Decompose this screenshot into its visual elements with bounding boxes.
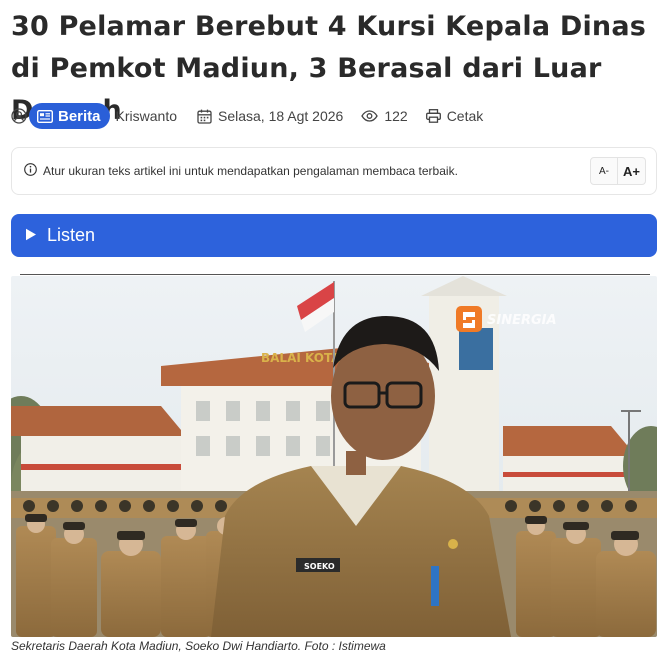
text-size-controls: A- A+	[590, 157, 646, 185]
user-icon	[11, 108, 27, 124]
info-icon	[24, 163, 37, 179]
watermark-text: SINERGIA	[487, 313, 557, 328]
view-count: 122	[361, 108, 408, 124]
building-sign: BALAI KOTA	[261, 351, 341, 365]
content-divider	[20, 274, 650, 275]
name-tag: SOEKO	[304, 562, 335, 571]
views-text: 122	[384, 108, 408, 124]
text-size-notice: Atur ukuran teks artikel ini untuk menda…	[11, 147, 657, 195]
article-meta: Berita Kriswanto Selasa, 18 Agt 2026 122…	[11, 102, 483, 130]
print-label: Cetak	[446, 108, 484, 124]
category-label: Berita	[58, 107, 101, 125]
decrease-text-button[interactable]: A-	[590, 157, 618, 185]
listen-label: Listen	[47, 225, 96, 245]
newspaper-icon	[37, 109, 53, 123]
photo-illustration: BALAI KOTA SOEKO SINERGIA	[11, 276, 657, 637]
photo-caption: Sekretaris Daerah Kota Madiun, Soeko Dwi…	[11, 639, 386, 653]
article-photo: BALAI KOTA SOEKO SINERGIA	[11, 276, 657, 637]
eye-icon	[361, 110, 379, 122]
printer-icon	[425, 109, 441, 123]
increase-text-button[interactable]: A+	[618, 157, 646, 185]
date-text: Selasa, 18 Agt 2026	[218, 108, 344, 124]
author-name[interactable]: Kriswanto	[116, 108, 177, 124]
listen-button[interactable]: Listen	[11, 214, 657, 257]
publish-date: Selasa, 18 Agt 2026	[197, 108, 343, 124]
text-size-notice-text: Atur ukuran teks artikel ini untuk menda…	[43, 164, 458, 178]
print-button[interactable]: Cetak	[425, 108, 484, 124]
category-badge[interactable]: Berita	[29, 103, 110, 129]
play-icon	[25, 225, 37, 246]
calendar-icon	[197, 109, 212, 124]
